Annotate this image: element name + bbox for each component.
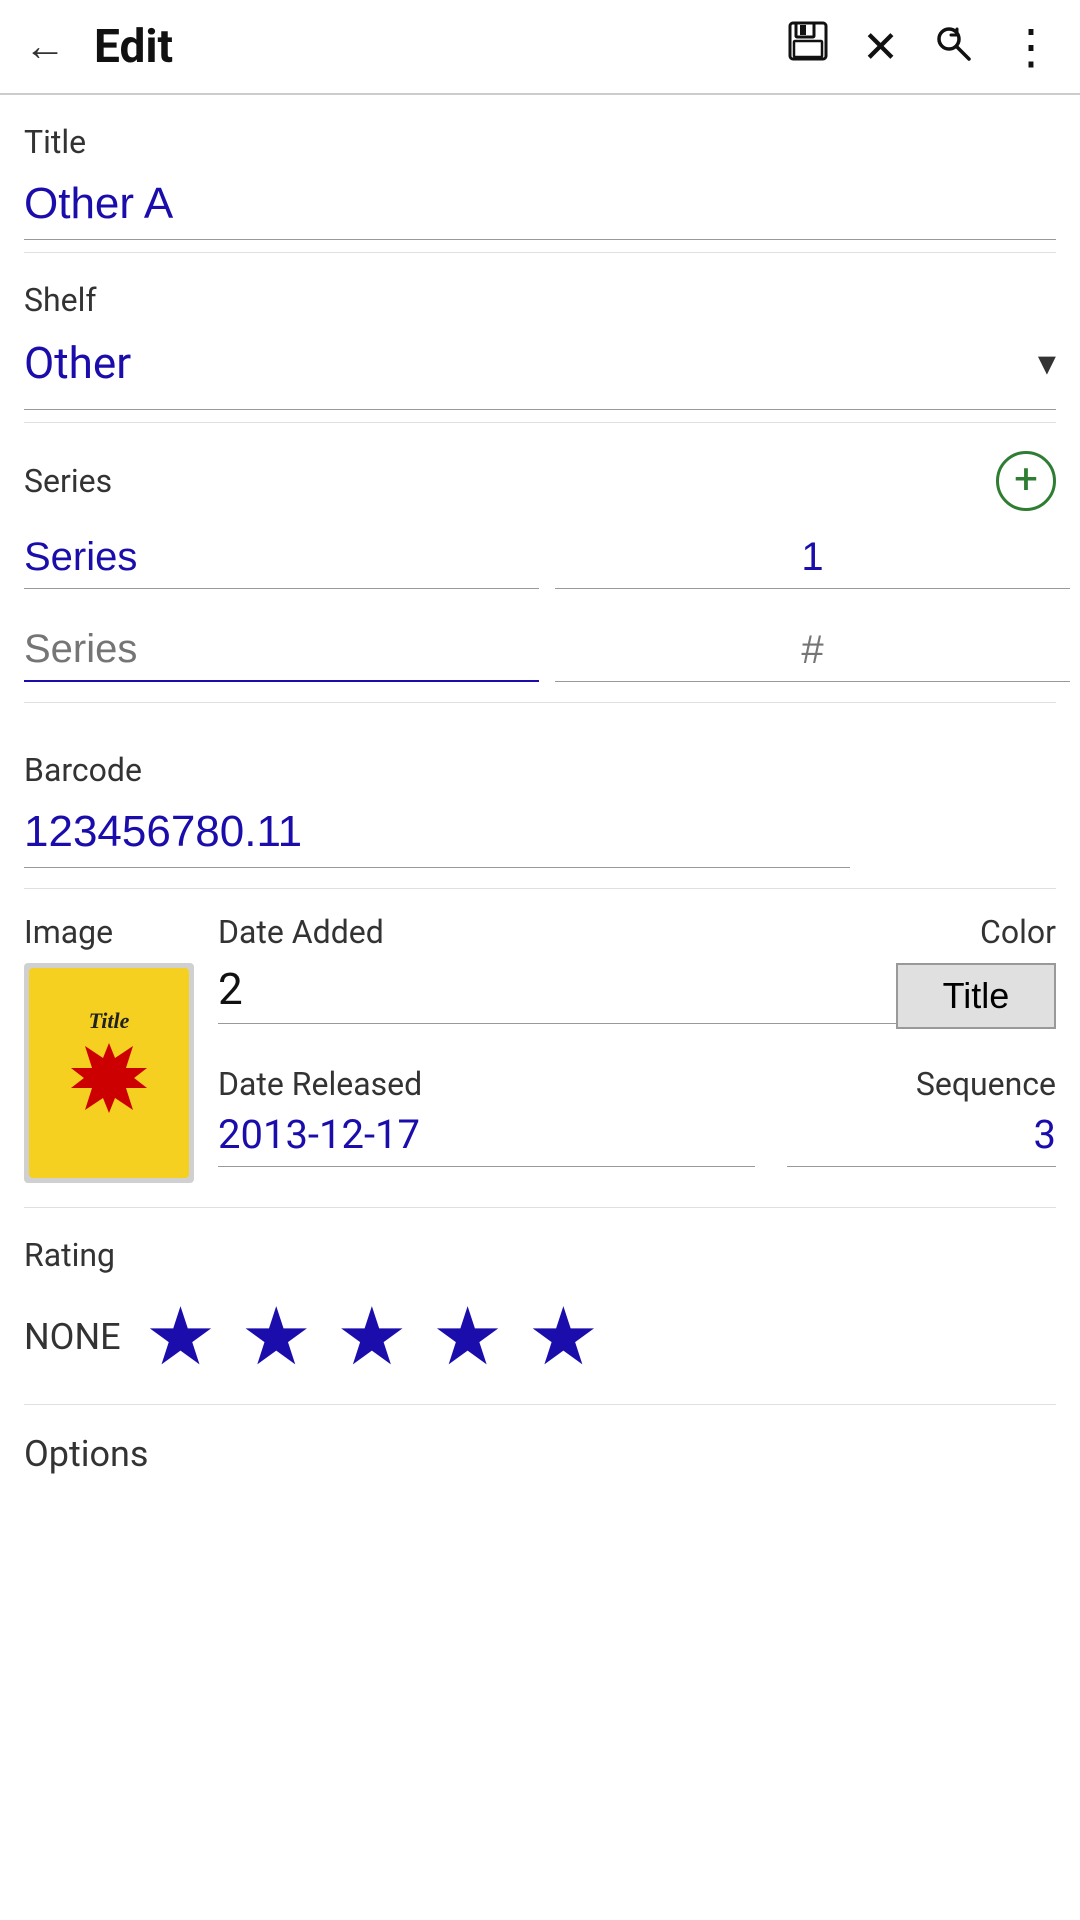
date-color-labels-row: Date Added 2 Color Title [218, 913, 1056, 1029]
refresh-search-button[interactable] [931, 19, 975, 74]
options-label: Options [24, 1433, 1056, 1475]
rating-row: NONE ★ ★ ★ ★ ★ [24, 1290, 1056, 1384]
save-button[interactable] [786, 19, 830, 74]
barcode-section: Barcode [24, 723, 1056, 889]
series-number-input-1[interactable] [555, 527, 1070, 589]
shelf-value: Other [24, 327, 1038, 399]
series-header-row: Series + [24, 423, 1056, 527]
color-block: Color Title [896, 913, 1056, 1029]
rating-section: Rating NONE ★ ★ ★ ★ ★ [24, 1208, 1056, 1405]
shelf-section: Shelf Other ▾ [24, 253, 1056, 423]
star-3[interactable]: ★ [336, 1290, 408, 1384]
image-date-color-section: Image Title Date Added [24, 889, 1056, 1208]
more-options-button[interactable]: ⋮ [1007, 18, 1056, 75]
series-section: Series + ▾ − ▾ − [24, 423, 1056, 703]
star-1[interactable]: ★ [145, 1290, 217, 1384]
shelf-chevron-icon: ▾ [1038, 342, 1056, 384]
date-added-block: Date Added 2 [218, 913, 896, 1024]
shelf-label: Shelf [24, 281, 1056, 319]
close-button[interactable]: ✕ [862, 21, 899, 73]
app-header: ← Edit ✕ ⋮ [0, 0, 1080, 95]
image-block: Image Title [24, 913, 194, 1183]
series-number-input-2[interactable] [555, 620, 1070, 682]
series-row-1: ▾ − [24, 527, 1056, 599]
series-label: Series [24, 462, 996, 500]
idc-top-row: Image Title Date Added [24, 913, 1056, 1183]
date-added-value: 2 [218, 963, 896, 1024]
form-body: Title Shelf Other ▾ Series + ▾ − [0, 95, 1080, 1503]
series-name-input-2[interactable] [24, 619, 539, 682]
sequence-label: Sequence [916, 1065, 1056, 1103]
rating-none-label: NONE [24, 1316, 121, 1358]
date-sequence-row: Date Released 2013-12-17 Sequence 3 [218, 1065, 1056, 1167]
title-section: Title [24, 95, 1056, 253]
options-section[interactable]: Options [24, 1405, 1056, 1503]
series-name-input-1[interactable] [24, 527, 539, 589]
star-4[interactable]: ★ [432, 1290, 504, 1384]
back-button[interactable]: ← [24, 22, 66, 71]
svg-text:Title: Title [89, 1008, 130, 1033]
page-title: Edit [94, 20, 786, 74]
sequence-block: Sequence 3 [787, 1065, 1056, 1167]
date-released-label: Date Released [218, 1065, 755, 1103]
header-actions: ✕ ⋮ [786, 18, 1056, 75]
rating-label: Rating [24, 1236, 1056, 1274]
star-5[interactable]: ★ [527, 1290, 599, 1384]
color-label: Color [980, 913, 1056, 951]
star-2[interactable]: ★ [240, 1290, 312, 1384]
date-released-value: 2013-12-17 [218, 1111, 755, 1167]
color-button[interactable]: Title [896, 963, 1056, 1029]
date-color-block: Date Added 2 Color Title Date Released 2… [218, 913, 1056, 1167]
sequence-value: 3 [787, 1111, 1056, 1167]
title-input[interactable] [24, 169, 1056, 240]
series-row-2: ▾ − [24, 619, 1056, 703]
barcode-input[interactable] [24, 797, 850, 868]
date-released-block: Date Released 2013-12-17 [218, 1065, 755, 1167]
book-thumbnail[interactable]: Title [24, 963, 194, 1183]
date-added-label: Date Added [218, 913, 896, 951]
shelf-dropdown-row[interactable]: Other ▾ [24, 327, 1056, 410]
image-label: Image [24, 913, 113, 951]
add-series-button[interactable]: + [996, 451, 1056, 511]
barcode-label: Barcode [24, 751, 1056, 789]
title-label: Title [24, 123, 1056, 161]
